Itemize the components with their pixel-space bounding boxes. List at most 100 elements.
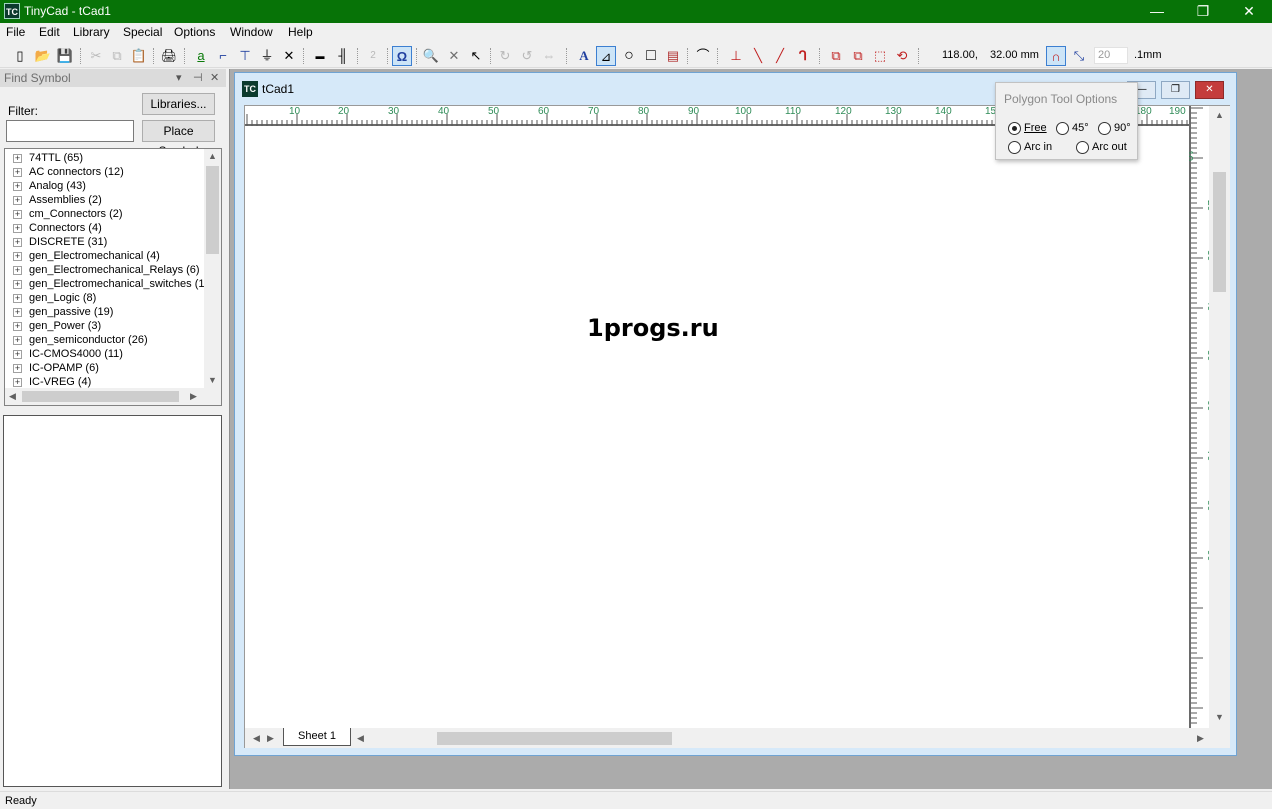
polygon-tool-icon[interactable]: ⊿ xyxy=(596,46,616,66)
expand-icon[interactable]: + xyxy=(13,336,22,345)
scroll-left-icon[interactable]: ◀ xyxy=(9,391,16,402)
design-tool-4-icon[interactable]: ⟲ xyxy=(892,46,912,66)
filter-input[interactable] xyxy=(6,120,134,142)
note-tool-icon[interactable]: ▤ xyxy=(663,46,683,66)
expand-icon[interactable]: + xyxy=(13,252,22,261)
snap-angle-icon[interactable]: ⤡ xyxy=(1069,46,1089,66)
junction-tool-icon[interactable]: ⊥ xyxy=(726,46,746,66)
tab-next-icon[interactable]: ▶ xyxy=(267,733,274,744)
zoom-icon[interactable]: 🔍 xyxy=(421,46,441,66)
close-button[interactable]: ✕ xyxy=(1226,0,1272,23)
expand-icon[interactable]: + xyxy=(13,294,22,303)
expand-icon[interactable]: + xyxy=(13,238,22,247)
radio-45[interactable] xyxy=(1056,122,1069,135)
expand-icon[interactable]: + xyxy=(13,182,22,191)
wire-tool-icon[interactable]: ⌐ xyxy=(213,46,233,66)
scroll-down-icon[interactable]: ▼ xyxy=(208,375,217,385)
print-icon[interactable]: 🖨 xyxy=(159,46,179,66)
scroll-right-icon[interactable]: ▶ xyxy=(190,391,197,402)
pin-tool-icon[interactable]: Ω xyxy=(392,46,412,66)
save-icon[interactable]: 💾 xyxy=(55,46,75,66)
expand-icon[interactable]: + xyxy=(13,280,22,289)
radio-arc-out[interactable] xyxy=(1076,141,1089,154)
scroll-thumb[interactable] xyxy=(22,391,179,402)
scroll-thumb[interactable] xyxy=(1213,172,1226,292)
tree-horizontal-scrollbar[interactable]: ◀ ▶ xyxy=(5,388,221,405)
tab-prev-icon[interactable]: ◀ xyxy=(253,733,260,744)
rotate-left-icon[interactable]: ↺ xyxy=(517,46,537,66)
tree-item-label: IC-OPAMP (6) xyxy=(29,362,99,374)
expand-icon[interactable]: + xyxy=(13,168,22,177)
expand-icon[interactable]: + xyxy=(13,154,22,163)
symbol-library-tree[interactable]: +74TTL (65) + AC connectors (12) + Analog … xyxy=(4,148,222,406)
select-icon[interactable]: ↖ xyxy=(466,46,486,66)
scroll-up-icon[interactable]: ▲ xyxy=(208,151,217,161)
menu-help[interactable]: Help xyxy=(288,25,313,39)
panel-pin-icon[interactable]: ⊣ xyxy=(193,71,203,84)
bus-entry-tool-icon[interactable]: ╢ xyxy=(333,46,353,66)
label-tool-icon[interactable]: a xyxy=(191,46,211,66)
menu-window[interactable]: Window xyxy=(230,25,273,39)
menu-special[interactable]: Special xyxy=(123,25,162,39)
radio-free[interactable] xyxy=(1008,122,1021,135)
tree-vertical-scrollbar[interactable]: ▲ ▼ xyxy=(204,149,221,389)
ground-tool-icon[interactable]: ⏚ xyxy=(257,46,277,66)
tab-sheet-1[interactable]: Sheet 1 xyxy=(283,728,351,746)
magnet-snap-icon[interactable]: ∩ xyxy=(1046,46,1066,66)
doc-restore-button[interactable]: ❐ xyxy=(1161,81,1190,99)
schematic-drawing-area[interactable]: 1progs.ru xyxy=(245,126,1189,728)
open-folder-icon[interactable]: 📂 xyxy=(33,46,53,66)
maximize-button[interactable]: ❐ xyxy=(1180,0,1226,23)
paste-icon[interactable]: 📋 xyxy=(129,46,149,66)
cut-icon[interactable]: ✂ xyxy=(86,46,106,66)
expand-icon[interactable]: + xyxy=(13,196,22,205)
doc-close-button[interactable]: ✕ xyxy=(1195,81,1224,99)
bus-tool-icon[interactable]: ▬ xyxy=(310,46,330,66)
red-line-tool-icon[interactable]: ╲ xyxy=(748,46,768,66)
connector-tool-icon[interactable]: ᒉ xyxy=(793,46,813,66)
expand-icon[interactable]: + xyxy=(13,378,22,387)
square-tool-icon[interactable]: □ xyxy=(641,46,661,66)
menu-options[interactable]: Options xyxy=(174,25,215,39)
bus-name-tool-icon[interactable]: 2 xyxy=(363,46,383,66)
arc-tool-icon[interactable]: ⌒ xyxy=(693,46,713,66)
expand-icon[interactable]: + xyxy=(13,224,22,233)
radio-arc-in[interactable] xyxy=(1008,141,1021,154)
text-tool-icon[interactable]: A xyxy=(574,46,594,66)
panel-dropdown-icon[interactable]: ▾ xyxy=(176,71,182,84)
scroll-up-icon[interactable]: ▲ xyxy=(1215,110,1224,120)
menu-file[interactable]: File xyxy=(6,25,25,39)
horizontal-scroll-thumb[interactable] xyxy=(437,732,672,745)
menu-library[interactable]: Library xyxy=(73,25,110,39)
expand-icon[interactable]: + xyxy=(13,210,22,219)
design-tool-3-icon[interactable]: ⬚ xyxy=(870,46,890,66)
expand-icon[interactable]: + xyxy=(13,350,22,359)
delete-icon[interactable]: ✕ xyxy=(444,46,464,66)
menu-edit[interactable]: Edit xyxy=(39,25,60,39)
mirror-icon[interactable]: ⇔ xyxy=(539,46,559,66)
radio-90[interactable] xyxy=(1098,122,1111,135)
expand-icon[interactable]: + xyxy=(13,364,22,373)
power-tool-icon[interactable]: ⊤ xyxy=(235,46,255,66)
canvas-vertical-scrollbar[interactable]: ▲ ▼ xyxy=(1209,106,1230,728)
expand-icon[interactable]: + xyxy=(13,308,22,317)
libraries-button[interactable]: Libraries... xyxy=(142,93,215,115)
place-symbol-button[interactable]: Place Symbol xyxy=(142,120,215,158)
minimize-button[interactable]: — xyxy=(1134,0,1180,23)
scroll-right-icon[interactable]: ▶ xyxy=(1197,733,1204,744)
grid-size-input[interactable]: 20 xyxy=(1094,47,1128,64)
no-connect-tool-icon[interactable]: ✕ xyxy=(279,46,299,66)
copy-icon[interactable]: ⧉ xyxy=(107,46,127,66)
scroll-down-icon[interactable]: ▼ xyxy=(1215,712,1224,722)
scroll-left-icon[interactable]: ◀ xyxy=(357,733,364,744)
rotate-icon[interactable]: ↻ xyxy=(495,46,515,66)
expand-icon[interactable]: + xyxy=(13,322,22,331)
design-tool-1-icon[interactable]: ⧉ xyxy=(826,46,846,66)
scroll-thumb[interactable] xyxy=(206,166,219,254)
panel-close-icon[interactable]: ✕ xyxy=(210,71,219,84)
circle-tool-icon[interactable]: ○ xyxy=(619,46,639,66)
expand-icon[interactable]: + xyxy=(13,266,22,275)
design-tool-2-icon[interactable]: ⧉ xyxy=(848,46,868,66)
red-diag-tool-icon[interactable]: ╱ xyxy=(770,46,790,66)
new-file-icon[interactable]: ▯ xyxy=(10,46,30,66)
